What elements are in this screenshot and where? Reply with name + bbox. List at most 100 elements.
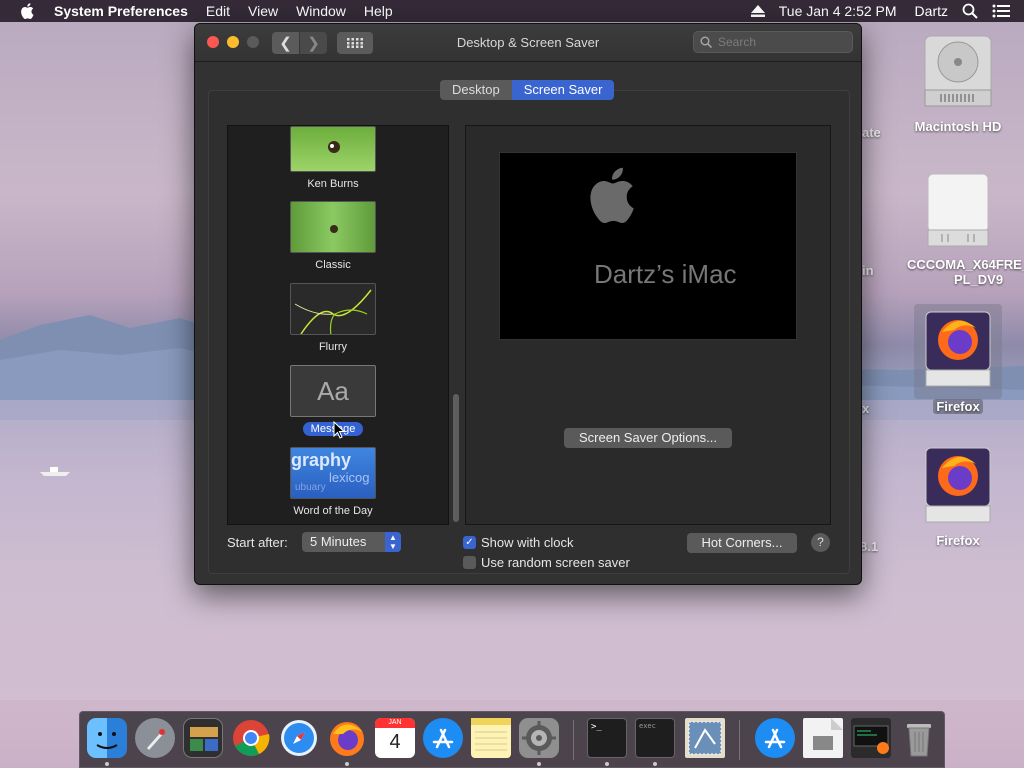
search-icon [700,36,712,48]
desktop-icon-label: Firefox [933,399,983,414]
screen-saver-options-button[interactable]: Screen Saver Options... [564,428,732,448]
dock-launchpad-icon[interactable] [135,718,175,758]
menu-app-name[interactable]: System Preferences [54,3,188,19]
dock-running-indicator [605,762,609,766]
list-scrollbar[interactable] [453,394,459,522]
menu-window[interactable]: Window [296,3,346,19]
menu-user[interactable]: Dartz [915,3,948,19]
desktop-icon-firefox-selected[interactable]: Firefox [910,304,1006,414]
desktop-icon-label: CCCOMA_X64FRE_PL-PL_DV9 [907,257,1024,287]
ladybug-icon [328,141,340,153]
saver-item-word-of-the-day[interactable]: graphy lexicog ubuary Word of the Day [228,447,438,519]
classic-thumbnail [290,201,376,253]
desktop-icon-macintosh-hd[interactable]: Macintosh HD [910,32,1006,134]
apple-logo-icon [590,167,634,223]
hot-corners-button[interactable]: Hot Corners... [687,533,797,553]
ken-burns-thumbnail [290,126,376,172]
desktop-icon-firefox[interactable]: Firefox [910,446,1006,548]
dock-exec-icon[interactable]: exec [635,718,675,758]
saver-item-classic[interactable]: Classic [228,201,438,273]
hidden-desktop-label: 8.1 [860,539,879,554]
menu-view[interactable]: View [248,3,278,19]
saver-item-ken-burns[interactable]: Ken Burns [228,126,438,192]
dock-screen-icon[interactable] [851,718,891,758]
saver-item-flurry[interactable]: Flurry [228,283,438,355]
show-with-clock-checkbox[interactable]: ✓ Show with clock [463,535,573,550]
preview-message-text: Dartz’s iMac [594,259,737,289]
system-preferences-window: ❮ ❯ Desktop & Screen Saver Desktop Scree… [194,23,862,585]
hard-drive-icon [924,35,992,107]
dock-app-store-icon[interactable] [423,718,463,758]
ladybug-icon [330,225,338,233]
dock-stamp-icon[interactable] [685,718,725,758]
unchecked-box-icon [463,556,476,569]
tab-control: Desktop Screen Saver [440,80,615,100]
desktop-icon-cccoma[interactable]: CCCOMA_X64FRE_PL-PL_DV9 [904,170,1024,287]
screen-saver-list[interactable]: Ken Burns Classic Flurry Aa Message grap… [227,125,449,525]
dock: JAN 4 >_ exec [79,711,945,768]
hidden-desktop-label: in [862,263,874,278]
firefox-disk-icon [925,311,991,387]
hidden-desktop-label: x [862,401,870,416]
thumb-word: graphy [291,450,352,470]
saver-name: Word of the Day [293,505,373,517]
title-bar[interactable]: ❮ ❯ Desktop & Screen Saver [195,24,861,62]
dock-safari-icon[interactable] [279,718,319,758]
thumb-word: ubuary [295,482,326,493]
dock-calendar-icon[interactable]: JAN 4 [375,718,415,758]
menu-clock[interactable]: Tue Jan 4 2:52 PM [779,3,897,19]
tab-desktop[interactable]: Desktop [440,80,512,100]
calendar-day: 4 [389,731,401,753]
menu-edit[interactable]: Edit [206,3,230,19]
boat-image [40,467,70,476]
eject-icon[interactable] [750,5,765,17]
dock-running-indicator [345,762,349,766]
mouse-cursor-icon [333,421,345,439]
desktop-icon-label: Firefox [936,533,980,548]
menu-bar: System Preferences Edit View Window Help… [0,0,1024,22]
dock-separator [573,720,574,760]
saver-name: Classic [315,259,351,271]
apple-menu-icon[interactable] [20,0,38,22]
desktop-icon-label: Macintosh HD [914,119,1002,134]
spotlight-search-icon[interactable] [962,3,978,19]
thumb-word: lexicog [329,470,370,485]
dock-chrome-icon[interactable] [231,718,271,758]
start-after-label: Start after: [227,535,288,550]
screen-saver-preview: Dartz’s iMac [500,153,796,339]
dock-firefox-icon[interactable] [327,718,367,758]
bottom-controls: Start after: 5 Minutes ▲ ▼ ✓ Show with cl… [195,530,861,584]
dock-finder-icon[interactable] [87,718,127,758]
random-screen-saver-label: Use random screen saver [481,555,630,570]
dock-document-icon[interactable] [803,718,843,758]
external-drive-icon [927,173,989,247]
checkmark-icon: ✓ [463,536,476,549]
dock-notes-icon[interactable] [471,718,511,758]
menu-help[interactable]: Help [364,3,393,19]
dock-terminal-icon[interactable]: >_ [587,718,627,758]
random-screen-saver-checkbox[interactable]: Use random screen saver [463,555,630,570]
dock-running-indicator [105,762,109,766]
dock-photo-slideshow-icon[interactable] [183,718,223,758]
start-after-select[interactable]: 5 Minutes ▲ ▼ [302,532,401,552]
saver-name: Ken Burns [307,178,359,190]
saver-name: Flurry [318,341,348,353]
flurry-streaks-icon [294,289,372,334]
preview-pane: Dartz’s iMac Screen Saver Options... [465,125,831,525]
hidden-desktop-label: ate [862,125,881,140]
dock-system-preferences-icon[interactable] [519,718,559,758]
notification-center-icon[interactable] [992,4,1010,18]
dock-app-store-download-icon[interactable] [755,718,795,758]
flurry-thumbnail [290,283,376,335]
help-button[interactable]: ? [811,533,830,552]
tab-screen-saver[interactable]: Screen Saver [511,80,615,100]
firefox-disk-icon [925,447,991,523]
dock-separator [739,720,740,760]
message-thumbnail: Aa [290,365,376,417]
dock-trash-icon[interactable] [899,718,939,758]
search-field[interactable] [693,31,853,53]
calendar-month: JAN [375,718,415,728]
dock-running-indicator [537,762,541,766]
search-input[interactable] [718,35,838,49]
stepper-arrows-icon: ▲ ▼ [385,532,401,552]
